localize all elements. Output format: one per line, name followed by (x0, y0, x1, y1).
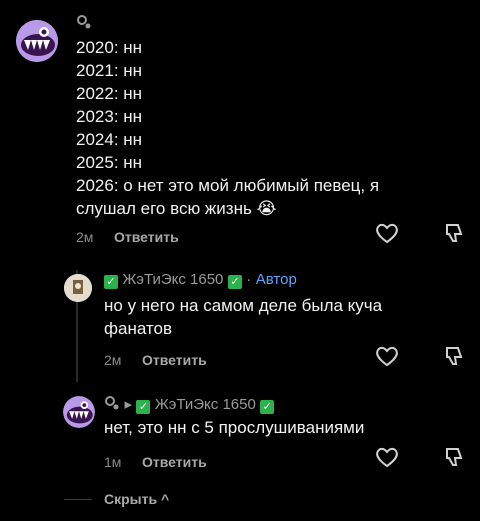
dislike-icon[interactable] (443, 222, 465, 244)
reply-line: но у него на самом деле была куча (104, 296, 383, 315)
username[interactable]: ЖэТиЭкс 1650 (155, 396, 256, 413)
heart-icon[interactable] (375, 222, 399, 244)
comment-line: 2022: нн (76, 84, 143, 103)
hide-divider (64, 499, 92, 500)
reply-time: 1м (104, 454, 122, 470)
dislike-icon[interactable] (443, 345, 465, 367)
audio-wave-icon (104, 395, 120, 411)
reply-time: 2м (104, 352, 122, 368)
reply-header: ▸ ✓ ЖэТиЭкс 1650 ✓ (104, 395, 275, 414)
avatar[interactable] (16, 20, 58, 62)
comment-line: 2021: нн (76, 61, 143, 80)
reply-header: ✓ ЖэТиЭкс 1650 ✓ · Автор (104, 271, 297, 289)
audio-wave-icon (76, 14, 92, 30)
reply-button[interactable]: Ответить (142, 352, 207, 368)
chevron-up-icon: ^ (160, 491, 170, 507)
separator: · (246, 271, 252, 288)
crying-emoji: 😭 (256, 199, 277, 218)
author-badge: Автор (255, 271, 297, 288)
verified-check-icon: ✓ (136, 400, 151, 414)
heart-icon[interactable] (375, 446, 399, 468)
comment-line: слушал его всю жизнь 😭 (76, 197, 466, 220)
verified-check-icon: ✓ (104, 275, 118, 289)
reply-body: нет, это нн с 5 прослушиваниями (104, 418, 365, 437)
comment-body: 2020: нн 2021: нн 2022: нн 2023: нн 2024… (76, 36, 466, 220)
comment-line: 2026: о нет это мой любимый певец, я (76, 176, 380, 195)
comment-line: 2025: нн (76, 153, 143, 172)
reply-line: фанатов (104, 319, 172, 338)
username[interactable]: ЖэТиЭкс 1650 (122, 271, 223, 288)
comment-line: 2023: нн (76, 107, 143, 126)
comment-line: 2020: нн (76, 38, 143, 57)
reply-button[interactable]: Ответить (142, 454, 207, 470)
heart-icon[interactable] (375, 345, 399, 367)
reply-button[interactable]: Ответить (114, 229, 179, 245)
dislike-icon[interactable] (443, 446, 465, 468)
comment-line: 2024: нн (76, 130, 143, 149)
avatar[interactable] (64, 274, 92, 302)
reply-body: но у него на самом деле была куча фанато… (104, 294, 464, 340)
hide-label: Скрыть (104, 491, 158, 507)
comment-time: 2м (76, 229, 94, 245)
hide-replies-button[interactable]: Скрыть ^ (104, 491, 169, 507)
verified-check-icon: ✓ (227, 275, 242, 289)
verified-check-icon: ✓ (260, 400, 275, 414)
comment-line-text: слушал его всю жизнь (76, 199, 252, 218)
avatar[interactable] (63, 396, 95, 428)
reply-arrow-icon: ▸ (124, 396, 132, 413)
